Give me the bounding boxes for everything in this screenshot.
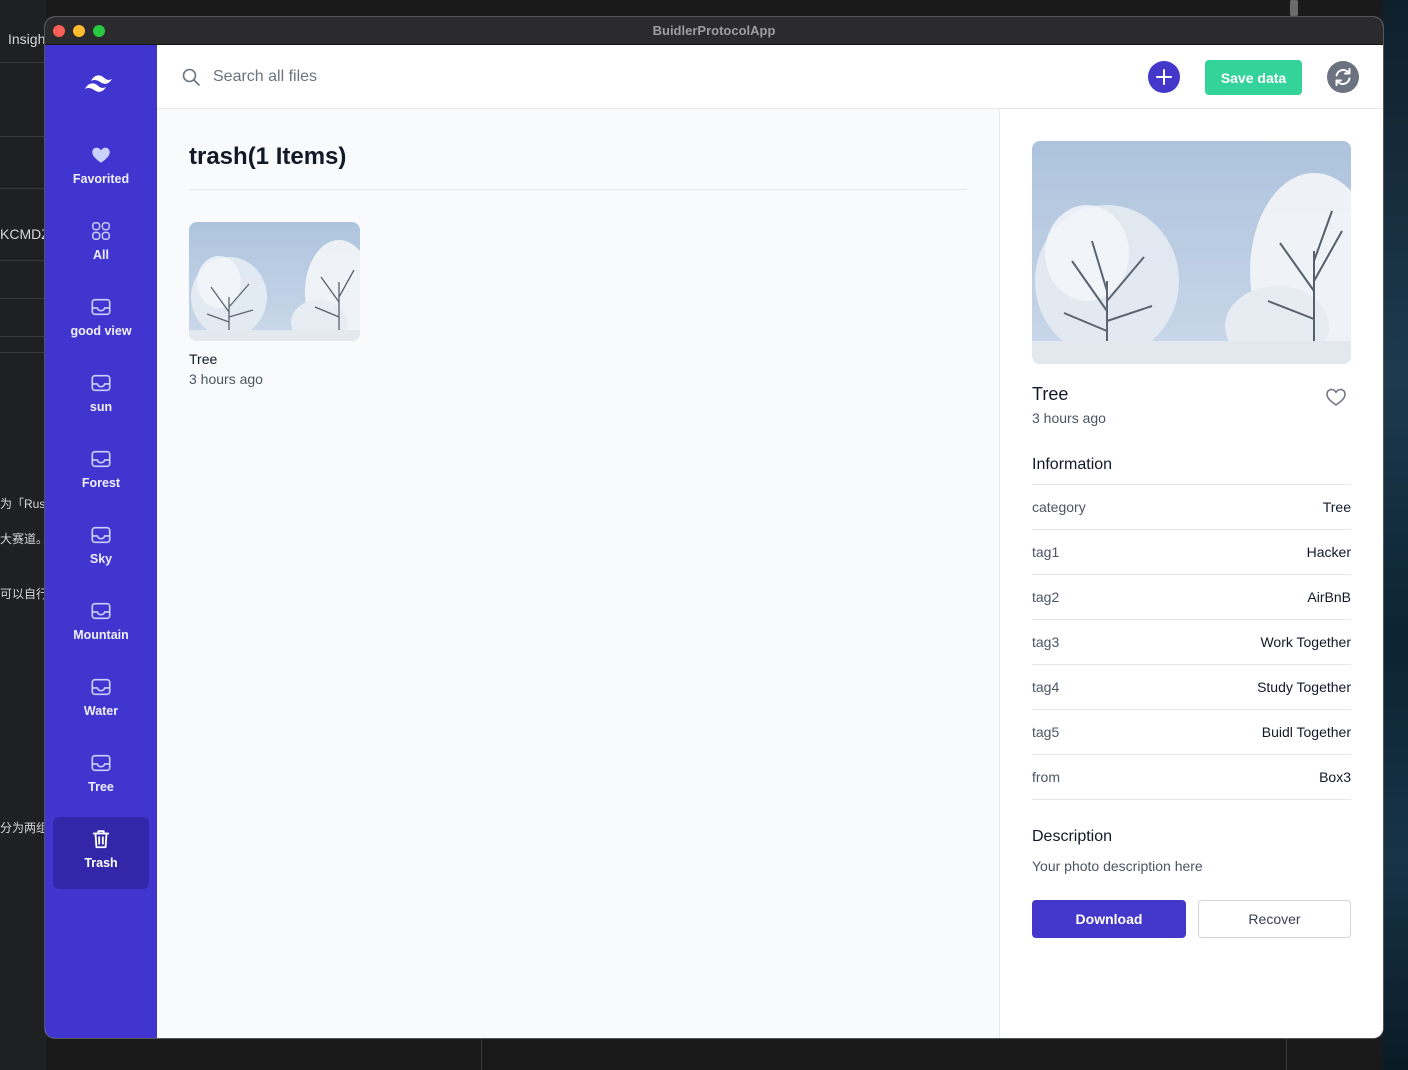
sidebar-item-favorited[interactable]: Favorited [53, 133, 149, 205]
info-value: Work Together [1260, 634, 1351, 650]
sidebar-item-mountain[interactable]: Mountain [53, 589, 149, 661]
sidebar-item-label: Sky [89, 552, 113, 566]
add-button[interactable] [1148, 61, 1180, 93]
info-key: from [1032, 769, 1060, 785]
search-input[interactable] [213, 63, 813, 91]
plus-icon [1156, 69, 1172, 85]
sidebar-item-water[interactable]: Water [53, 665, 149, 737]
info-value: Box3 [1319, 769, 1351, 785]
download-button[interactable]: Download [1032, 900, 1186, 938]
background-text: 为「Rus [0, 497, 46, 511]
sidebar-item-label: All [93, 248, 109, 262]
detail-timestamp: 3 hours ago [1032, 410, 1106, 426]
window-title: BuidlerProtocolApp [652, 23, 776, 38]
description-text: Your photo description here [1032, 858, 1203, 874]
title-bar: BuidlerProtocolApp [45, 17, 1383, 45]
save-data-button[interactable]: Save data [1205, 60, 1302, 95]
page-title: trash(1 Items) [189, 143, 347, 170]
inbox-icon [91, 298, 111, 316]
sidebar-item-label: Tree [88, 780, 114, 794]
background-text: KCMDZ [0, 226, 46, 242]
info-value: AirBnB [1307, 589, 1351, 605]
info-value: Tree [1322, 499, 1351, 515]
sidebar-item-good-view[interactable]: good view [53, 285, 149, 357]
desktop-top-strip [46, 0, 1383, 17]
detail-title: Tree [1032, 384, 1069, 404]
app-window: BuidlerProtocolApp Favorited All good vi… [45, 17, 1383, 1038]
sidebar-item-label: Water [83, 704, 119, 718]
info-row: category Tree [1032, 485, 1351, 530]
sidebar-item-label: sun [89, 400, 113, 414]
info-key: tag3 [1032, 634, 1060, 650]
inbox-icon [91, 374, 111, 392]
inbox-icon [91, 754, 111, 772]
detail-panel: Tree 3 hours ago Information category Tr… [999, 109, 1383, 1038]
favorite-button[interactable] [1324, 385, 1348, 409]
trash-icon [92, 830, 110, 849]
divider [189, 189, 967, 190]
sidebar-item-label: good view [70, 324, 132, 338]
information-list: category Tree tag1 Hacker tag2 AirBnB ta… [1032, 484, 1351, 800]
inbox-icon [91, 450, 111, 468]
sidebar-item-label: Forest [81, 476, 121, 490]
background-text: 可以自行 [0, 587, 46, 601]
refresh-button[interactable] [1327, 61, 1359, 93]
sidebar-item-label: Trash [84, 856, 118, 870]
information-heading: Information [1032, 456, 1113, 473]
grid-icon [92, 222, 110, 240]
recover-button[interactable]: Recover [1198, 900, 1351, 938]
background-text: Insigh [8, 31, 46, 47]
tailwind-logo-icon [85, 75, 112, 92]
sidebar-item-sun[interactable]: sun [53, 361, 149, 433]
desktop-background-left: Insigh KCMDZ 为「Rus 大赛道。元 可以自行 分为两组。 [0, 0, 46, 1070]
inbox-icon [91, 678, 111, 696]
sidebar-item-tree[interactable]: Tree [53, 741, 149, 813]
sidebar-item-forest[interactable]: Forest [53, 437, 149, 509]
inbox-icon [91, 602, 111, 620]
info-row: tag4 Study Together [1032, 665, 1351, 710]
info-value: Buidl Together [1261, 724, 1351, 740]
info-row: tag3 Work Together [1032, 620, 1351, 665]
main-content: trash(1 Items) Tree 3 hours ago [157, 109, 999, 1038]
background-text: 分为两组。 [0, 821, 46, 835]
top-bar: Save data [157, 45, 1383, 109]
description-heading: Description [1032, 828, 1113, 845]
info-key: category [1032, 499, 1086, 515]
heart-outline-icon [1326, 388, 1346, 406]
background-text: 大赛道。元 [0, 532, 46, 546]
info-key: tag5 [1032, 724, 1060, 740]
file-thumbnail [189, 222, 360, 341]
desktop-wallpaper [1383, 0, 1408, 1070]
file-timestamp: 3 hours ago [189, 371, 263, 387]
info-value: Hacker [1306, 544, 1351, 560]
info-row: tag5 Buidl Together [1032, 710, 1351, 755]
preview-image [1032, 141, 1351, 364]
inbox-icon [91, 526, 111, 544]
sidebar-item-sky[interactable]: Sky [53, 513, 149, 585]
sidebar: Favorited All good view sun Forest Sky M… [45, 45, 157, 1038]
info-key: tag1 [1032, 544, 1060, 560]
info-key: tag2 [1032, 589, 1060, 605]
info-key: tag4 [1032, 679, 1060, 695]
sidebar-item-all[interactable]: All [53, 209, 149, 281]
info-row: tag2 AirBnB [1032, 575, 1351, 620]
info-row: tag1 Hacker [1032, 530, 1351, 575]
sidebar-item-label: Mountain [73, 628, 129, 642]
info-value: Study Together [1257, 679, 1351, 695]
search-icon [182, 68, 200, 86]
refresh-icon [1335, 68, 1351, 86]
sidebar-item-label: Favorited [72, 172, 130, 186]
file-name: Tree [189, 351, 218, 367]
desktop-bottom [46, 1038, 1383, 1070]
info-row: from Box3 [1032, 755, 1351, 800]
sidebar-item-trash[interactable]: Trash [53, 817, 149, 889]
heart-icon [92, 147, 110, 163]
file-card[interactable]: Tree 3 hours ago [189, 222, 360, 387]
